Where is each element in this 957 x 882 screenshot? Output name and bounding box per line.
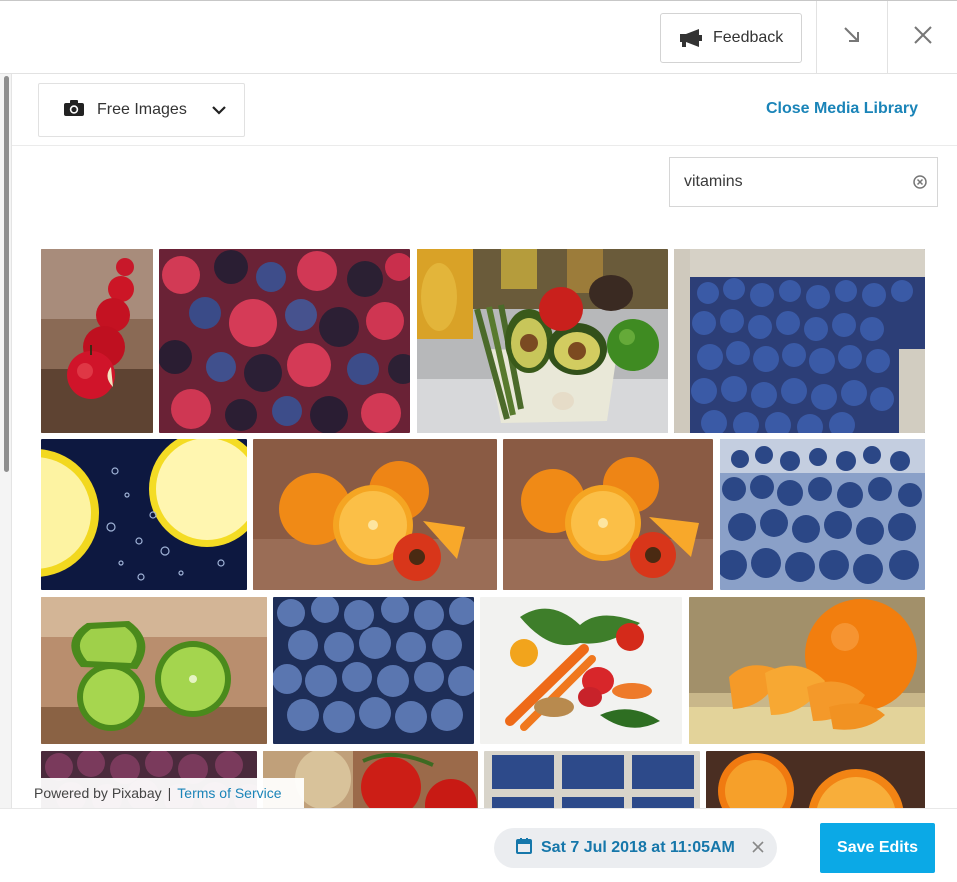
- arrow-down-right-icon: [842, 25, 862, 50]
- scrollbar[interactable]: [0, 74, 12, 808]
- section-divider: [12, 145, 957, 146]
- save-edits-button[interactable]: Save Edits: [820, 823, 935, 873]
- scrollbar-thumb[interactable]: [4, 76, 9, 472]
- search-box: [669, 157, 938, 207]
- camera-icon: [63, 99, 85, 122]
- image-thumbnail-tangerine[interactable]: [689, 597, 925, 744]
- calendar-icon: [516, 837, 532, 859]
- powered-by-text: Powered by Pixabay: [34, 785, 162, 801]
- image-thumbnail-lemon[interactable]: [41, 439, 247, 590]
- close-icon: [913, 25, 933, 50]
- image-thumbnail-orange[interactable]: [253, 439, 497, 590]
- minimize-button[interactable]: [817, 1, 887, 74]
- image-source-dropdown[interactable]: Free Images: [38, 83, 245, 137]
- image-thumbnail-lime[interactable]: [41, 597, 267, 744]
- schedule-date-text: Sat 7 Jul 2018 at 11:05AM: [541, 839, 735, 856]
- top-bar: Feedback: [0, 0, 957, 74]
- credit-separator: |: [167, 785, 172, 801]
- image-thumbnail-blueberries[interactable]: [273, 597, 474, 744]
- megaphone-icon: [679, 28, 703, 48]
- schedule-date-pill[interactable]: Sat 7 Jul 2018 at 11:05AM: [494, 828, 777, 868]
- footer: Sat 7 Jul 2018 at 11:05AM Save Edits: [0, 808, 957, 882]
- feedback-label: Feedback: [713, 29, 784, 46]
- image-thumbnail-berries[interactable]: [159, 249, 410, 433]
- source-label: Free Images: [97, 101, 187, 118]
- close-button[interactable]: [888, 1, 957, 74]
- image-thumbnail-orange[interactable]: [503, 439, 713, 590]
- image-thumbnail-blueberries[interactable]: [720, 439, 925, 590]
- image-credit: Powered by Pixabay | Terms of Service: [12, 778, 304, 808]
- image-grid: [41, 249, 925, 808]
- search-input[interactable]: [670, 158, 905, 206]
- image-thumbnail-vegetables-avocado[interactable]: [417, 249, 668, 433]
- close-icon[interactable]: [751, 840, 765, 859]
- image-thumbnail-blueberries[interactable]: [484, 751, 700, 808]
- clear-circle-icon[interactable]: [913, 175, 927, 194]
- close-media-library-link[interactable]: Close Media Library: [766, 100, 918, 118]
- image-thumbnail-vegetables[interactable]: [480, 597, 682, 744]
- image-thumbnail-apple[interactable]: [41, 249, 153, 433]
- chevron-down-icon: [212, 103, 226, 122]
- terms-of-service-link[interactable]: Terms of Service: [177, 785, 281, 801]
- image-thumbnail-orange[interactable]: [706, 751, 925, 808]
- image-thumbnail-blueberries[interactable]: [674, 249, 925, 433]
- feedback-button[interactable]: Feedback: [660, 13, 802, 63]
